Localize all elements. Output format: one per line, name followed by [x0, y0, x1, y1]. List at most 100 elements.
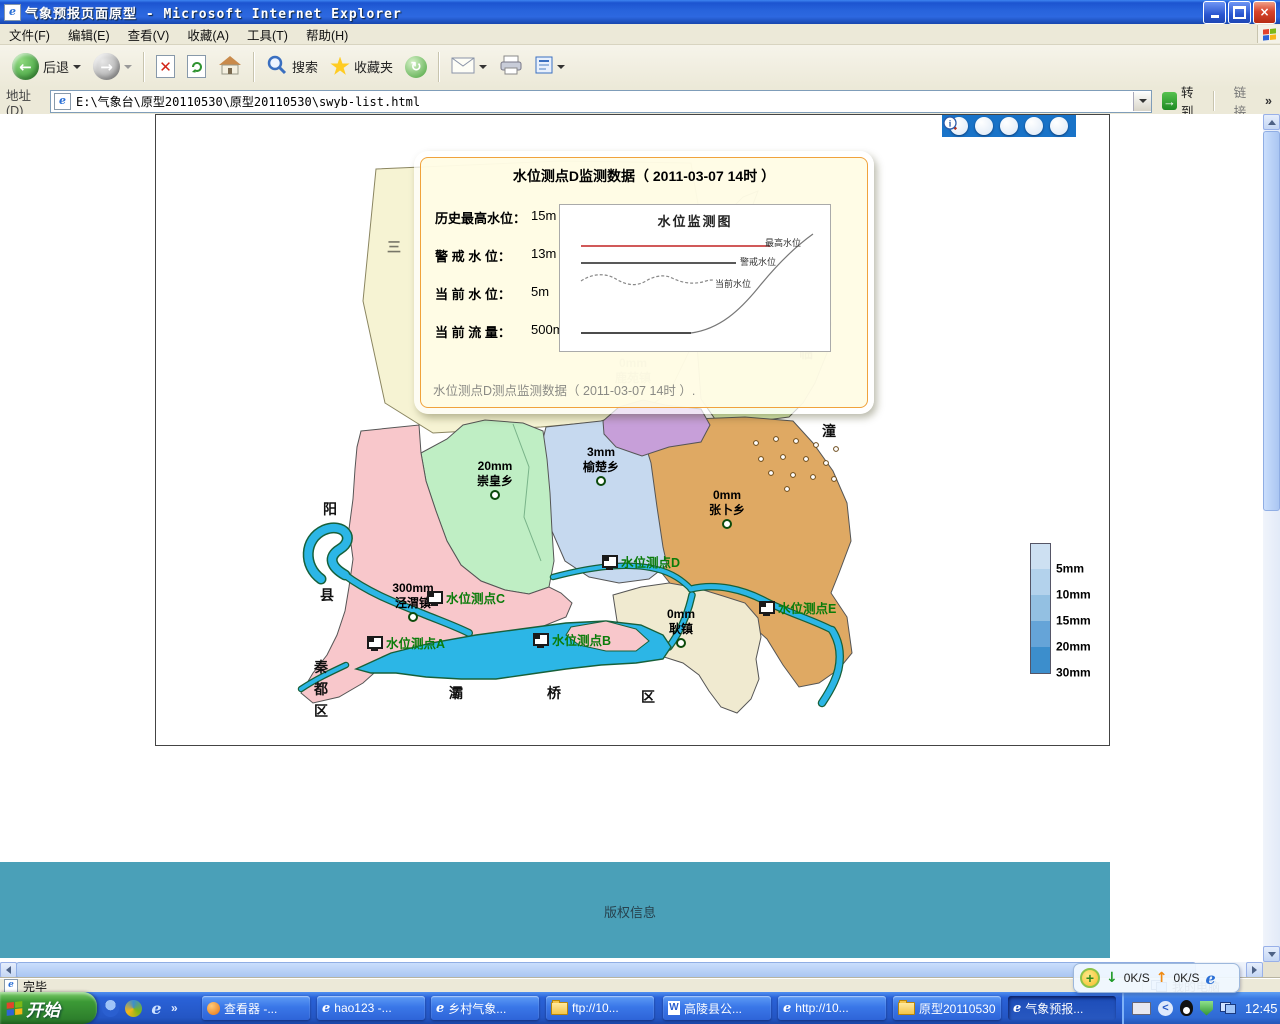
task-folder[interactable]: 原型20110530	[893, 996, 1001, 1020]
station-e[interactable]: 水位测点E	[759, 598, 836, 617]
address-page-icon: e	[54, 93, 71, 110]
town-marker[interactable]	[596, 476, 606, 486]
stop-button[interactable]: ✕	[150, 52, 181, 81]
security-shield-icon[interactable]	[1200, 1001, 1213, 1016]
window-title: 气象预报页面原型 - Microsoft Internet Explorer	[25, 3, 402, 22]
task-label: hao123 -...	[334, 1001, 391, 1015]
forward-button[interactable]: →	[87, 50, 138, 83]
town-marker[interactable]	[490, 490, 500, 500]
security-suite-icon[interactable]: +	[1080, 968, 1100, 988]
station-d[interactable]: 水位测点D	[602, 552, 680, 571]
district-label: 阳	[323, 499, 337, 519]
station-c[interactable]: 水位测点C	[427, 588, 505, 607]
keyboard-layout-icon[interactable]	[1132, 1002, 1151, 1015]
browser-toolbar: ← 后退 → ✕ 搜索 收藏夹	[0, 45, 1280, 89]
task-rural-weather[interactable]: e 乡村气象...	[431, 996, 539, 1020]
district-label: 区	[641, 687, 655, 707]
gauge-icon	[759, 601, 775, 614]
maximize-button[interactable]	[1228, 1, 1251, 24]
browser-globe-icon[interactable]	[125, 1000, 142, 1017]
upload-speed: 0K/S	[1173, 971, 1199, 985]
download-arrow-icon: ↓	[1106, 970, 1118, 986]
station-a[interactable]: 水位测点A	[367, 633, 445, 652]
network-icon[interactable]	[1220, 1002, 1236, 1014]
task-http[interactable]: e http://10...	[778, 996, 886, 1020]
address-input[interactable]	[74, 94, 1133, 108]
mail-button[interactable]	[445, 54, 493, 80]
task-ftp[interactable]: ftp://10...	[546, 996, 654, 1020]
town-name: 榆楚乡	[566, 460, 636, 475]
gauge-icon	[367, 636, 383, 649]
station-b[interactable]: 水位测点B	[533, 630, 611, 649]
start-button[interactable]: 开始	[0, 992, 97, 1024]
scroll-right-button[interactable]	[1246, 962, 1263, 978]
messenger-icon[interactable]	[102, 1000, 119, 1017]
menu-file[interactable]: 文件(F)	[0, 23, 59, 46]
edit-button[interactable]	[529, 53, 571, 80]
back-button[interactable]: ← 后退	[6, 50, 87, 83]
toolbar-separator	[253, 52, 255, 82]
print-button[interactable]	[493, 52, 529, 81]
quick-launch: e »	[102, 992, 178, 1024]
scroll-down-button[interactable]	[1263, 946, 1280, 962]
task-weather-prototype[interactable]: e 气象预报...	[1008, 996, 1116, 1020]
speed-monitor-widget[interactable]: + ↓ 0K/S ↑ 0K/S e	[1073, 963, 1240, 993]
refresh-button[interactable]	[181, 52, 212, 81]
scroll-up-button[interactable]	[1263, 114, 1280, 130]
field-label: 警 戒 水 位：	[435, 249, 511, 264]
close-button[interactable]: ×	[1253, 1, 1276, 24]
vertical-scrollbar[interactable]	[1263, 114, 1280, 962]
menu-tools[interactable]: 工具(T)	[238, 23, 297, 46]
scroll-left-button[interactable]	[0, 962, 17, 978]
refresh-icon	[187, 55, 206, 78]
menu-edit[interactable]: 编辑(E)	[59, 23, 119, 46]
town-name: 耿镇	[646, 622, 716, 637]
town-marker[interactable]	[408, 612, 418, 622]
address-dropdown-button[interactable]	[1133, 92, 1151, 111]
map-frame: 20mm 崇皇乡 3mm 榆楚乡 0mm 张卜乡 0mm 耿镇 300mm	[155, 114, 1110, 746]
horizontal-scroll-thumb[interactable]	[16, 962, 1196, 978]
stop-icon: ✕	[156, 55, 175, 78]
home-button[interactable]	[212, 51, 248, 82]
task-hao123[interactable]: e hao123 -...	[317, 996, 425, 1020]
town-marker[interactable]	[676, 638, 686, 648]
menu-bar: 文件(F) 编辑(E) 查看(V) 收藏(A) 工具(T) 帮助(H)	[0, 24, 1280, 45]
quick-launch-more-chevron[interactable]: »	[171, 1001, 178, 1015]
gauge-icon	[427, 591, 443, 604]
vertical-scroll-thumb[interactable]	[1263, 131, 1280, 511]
ie-quicklaunch-icon[interactable]: e	[148, 1000, 165, 1017]
field-label: 当 前 水 位：	[435, 287, 511, 302]
chart-title: 水位监测图	[560, 211, 830, 230]
search-button[interactable]: 搜索	[260, 51, 324, 82]
page-footer: 版权信息	[0, 862, 1110, 958]
folder-icon	[898, 1002, 915, 1015]
toolbar-separator	[438, 52, 440, 82]
minimize-button[interactable]	[1203, 1, 1226, 24]
full-extent-globe-icon[interactable]	[1025, 117, 1043, 135]
info-icon[interactable]: i	[1050, 117, 1068, 135]
ie-widget-icon[interactable]: e	[1206, 969, 1216, 988]
qq-icon[interactable]	[1180, 1000, 1193, 1016]
pan-hand-icon[interactable]	[1000, 117, 1018, 135]
menu-help[interactable]: 帮助(H)	[297, 23, 357, 46]
task-word-doc[interactable]: W 高陵县公...	[663, 996, 771, 1020]
town-marker[interactable]	[722, 519, 732, 529]
back-dropdown-icon	[73, 65, 81, 69]
collapse-tray-icon[interactable]: <	[1158, 1001, 1173, 1016]
mail-icon	[451, 57, 475, 77]
district-label: 都	[314, 679, 328, 699]
station-label: 水位测点B	[552, 630, 611, 649]
task-label: ftp://10...	[572, 1001, 619, 1015]
district-label: 区	[314, 701, 328, 721]
history-button[interactable]: ↻	[399, 53, 433, 81]
links-more-chevron[interactable]: »	[1265, 94, 1272, 108]
task-viewer[interactable]: 查看器 -...	[202, 996, 310, 1020]
menu-favorites[interactable]: 收藏(A)	[178, 23, 238, 46]
station-label: 水位测点C	[446, 588, 505, 607]
menu-view[interactable]: 查看(V)	[119, 23, 179, 46]
legend-swatch	[1030, 647, 1051, 674]
windows-logo-icon	[1257, 25, 1280, 43]
zoom-out-icon[interactable]	[975, 117, 993, 135]
favorites-button[interactable]: 收藏夹	[324, 54, 399, 80]
chart-line-label: 最高水位	[765, 236, 801, 249]
